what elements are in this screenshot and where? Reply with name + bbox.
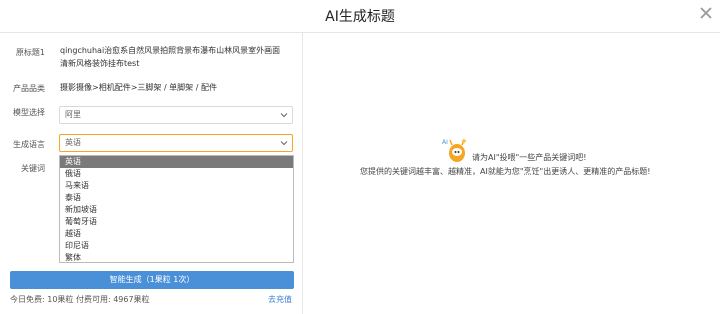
keywords-label: 关键词 bbox=[21, 164, 45, 173]
recharge-link[interactable]: 去充值 bbox=[268, 294, 292, 305]
model-select[interactable]: 阿里 bbox=[59, 106, 293, 124]
close-icon[interactable] bbox=[698, 5, 714, 21]
quota-text: 今日免费: 10果粒 付费可用: 4967果粒 bbox=[10, 295, 150, 304]
language-option[interactable]: 越语 bbox=[60, 228, 293, 240]
ai-mascot-icon: AI bbox=[442, 138, 467, 162]
tip-line-2: 您提供的关键词越丰富、越精准，AI就能为您"烹饪"出更诱人、更精准的产品标题! bbox=[360, 167, 651, 176]
tip-line-1: 请为AI"投喂"一些产品关键词吧! bbox=[472, 153, 587, 162]
language-option[interactable]: 新加坡语 bbox=[60, 204, 293, 216]
language-option[interactable]: 葡萄牙语 bbox=[60, 216, 293, 228]
chevron-down-icon bbox=[280, 141, 288, 146]
original-title-value-line2: 清新风格装饰挂布test bbox=[60, 59, 140, 68]
svg-text:AI: AI bbox=[442, 139, 448, 146]
language-dropdown: 英语 俄语 马来语 泰语 新加坡语 葡萄牙语 越语 印尼语 繁体 bbox=[59, 155, 294, 263]
original-title-label: 原标题1 bbox=[15, 48, 45, 57]
language-option[interactable]: 马来语 bbox=[60, 180, 293, 192]
language-select[interactable]: 英语 bbox=[59, 134, 293, 152]
language-option[interactable]: 泰语 bbox=[60, 192, 293, 204]
language-option[interactable]: 俄语 bbox=[60, 168, 293, 180]
dialog-title: AI生成标题 bbox=[325, 9, 395, 25]
model-label: 模型选择 bbox=[13, 108, 45, 117]
language-label: 生成语言 bbox=[13, 140, 45, 149]
language-option[interactable]: 印尼语 bbox=[60, 240, 293, 252]
panel-divider bbox=[302, 33, 303, 314]
language-option[interactable]: 繁体 bbox=[60, 252, 293, 264]
language-select-value: 英语 bbox=[65, 138, 81, 147]
category-value: 摄影摄像>相机配件>三脚架 / 单脚架 / 配件 bbox=[60, 83, 217, 92]
category-label: 产品品类 bbox=[13, 84, 45, 93]
chevron-down-icon bbox=[280, 113, 288, 118]
language-option[interactable]: 英语 bbox=[60, 156, 293, 168]
original-title-value-line1: qingchuhai治愈系自然风景拍照背景布瀑布山林风景室外画面 bbox=[60, 46, 281, 55]
model-select-value: 阿里 bbox=[65, 110, 81, 119]
generate-button[interactable]: 智能生成（1果粒 1次） bbox=[10, 271, 294, 289]
